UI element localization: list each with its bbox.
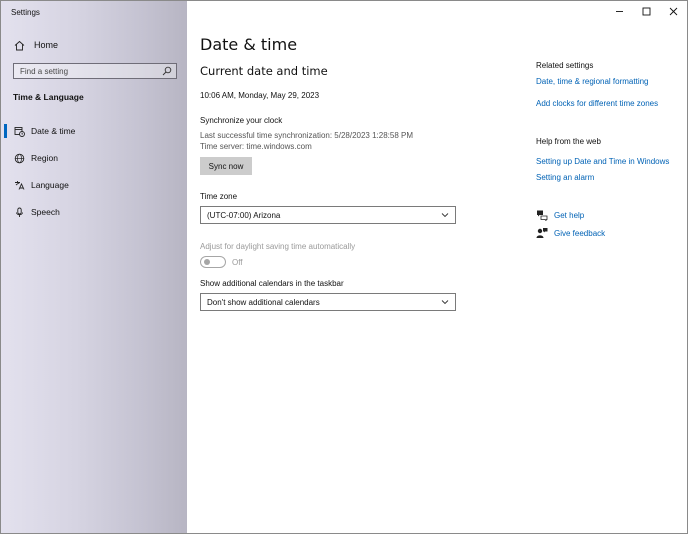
globe-icon [13,152,25,164]
time-zone-select[interactable]: (UTC-07:00) Arizona [200,206,456,224]
sidebar-item-label: Date & time [31,126,76,136]
give-feedback-label: Give feedback [554,228,606,238]
link-setting-alarm[interactable]: Setting an alarm [536,173,594,182]
sidebar-item-label: Language [31,180,69,190]
feedback-person-icon [536,227,548,239]
home-icon [13,39,25,51]
get-help-link[interactable]: Get help [536,209,584,221]
section-title: Current date and time [200,64,328,78]
sidebar-item-date-time[interactable]: Date & time [1,122,187,140]
chevron-down-icon [441,298,449,306]
get-help-label: Get help [554,210,585,220]
daylight-toggle[interactable] [200,256,226,268]
search-input[interactable]: Find a setting [13,63,177,79]
time-zone-label: Time zone [200,192,238,201]
sidebar-item-speech[interactable]: Speech [1,203,187,221]
search-icon[interactable] [162,66,172,76]
sidebar: Settings Home Find a setting Time & Lang… [1,1,187,533]
time-server-text: Time server: time.windows.com [200,142,312,151]
link-setting-up-date-time[interactable]: Setting up Date and Time in Windows [536,157,669,166]
calendars-select[interactable]: Don't show additional calendars [200,293,456,311]
nav-home[interactable]: Home [13,37,183,53]
sidebar-item-label: Speech [31,207,60,217]
sidebar-item-region[interactable]: Region [1,149,187,167]
chat-help-icon [536,209,548,221]
search-placeholder: Find a setting [20,66,69,76]
sidebar-section-title: Time & Language [13,92,84,102]
calendars-label: Show additional calendars in the taskbar [200,279,344,288]
nav-home-label: Home [34,40,59,50]
sidebar-item-label: Region [31,153,58,163]
language-icon [13,179,25,191]
sidebar-item-language[interactable]: Language [1,176,187,194]
help-web-title: Help from the web [536,137,601,146]
daylight-state: Off [232,258,243,267]
daylight-label: Adjust for daylight saving time automati… [200,242,356,251]
page-title: Date & time [200,35,298,54]
give-feedback-link[interactable]: Give feedback [536,227,605,239]
chevron-down-icon [441,211,449,219]
link-regional-formatting[interactable]: Date, time & regional formatting [536,77,649,86]
calendars-value: Don't show additional calendars [207,297,320,307]
current-datetime: 10:06 AM, Monday, May 29, 2023 [200,91,320,100]
settings-window: Settings Home Find a setting Time & Lang… [0,0,688,534]
sync-now-button[interactable]: Sync now [200,157,252,175]
link-add-clocks[interactable]: Add clocks for different time zones [536,99,658,108]
sync-title: Synchronize your clock [200,116,283,125]
calendar-clock-icon [13,125,25,137]
related-settings-title: Related settings [536,61,594,70]
toggle-knob [204,259,210,265]
time-zone-value: (UTC-07:00) Arizona [207,210,281,220]
last-sync-text: Last successful time synchronization: 5/… [200,131,414,140]
microphone-icon [13,206,25,218]
app-title: Settings [11,8,40,17]
